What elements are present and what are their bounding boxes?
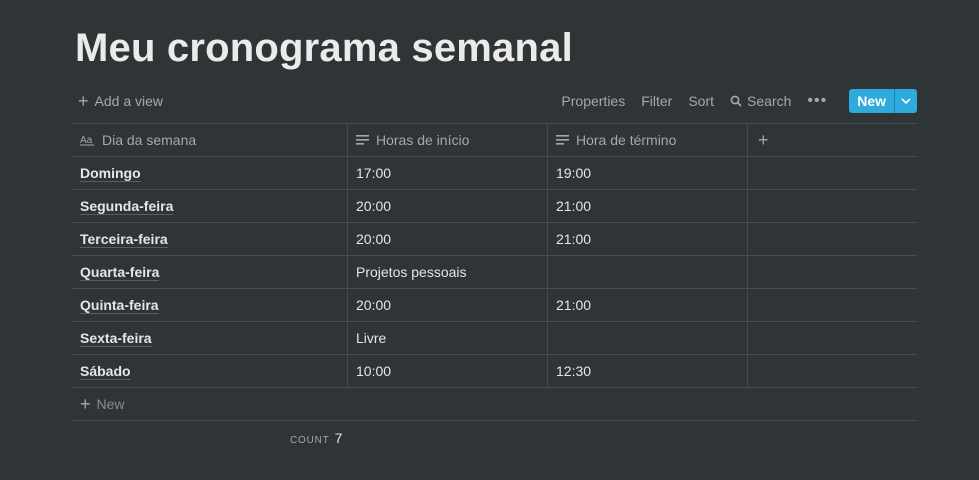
plus-icon: + — [758, 129, 769, 150]
day-cell[interactable]: Sexta-feira — [72, 322, 348, 354]
start-cell[interactable]: Livre — [348, 322, 548, 354]
empty-cell — [748, 157, 917, 189]
end-cell[interactable]: 21:00 — [548, 289, 748, 321]
count-label: COUNT — [290, 435, 330, 446]
text-lines-icon — [556, 134, 570, 146]
day-name: Segunda-feira — [80, 197, 174, 215]
page: Meu cronograma semanal + Add a view Prop… — [0, 0, 979, 480]
end-cell[interactable] — [548, 256, 748, 288]
empty-cell — [748, 256, 917, 288]
table-row[interactable]: Sábado 10:00 12:30 — [72, 355, 917, 388]
start-cell[interactable]: 20:00 — [348, 223, 548, 255]
day-name: Sexta-feira — [80, 329, 152, 347]
toolbar-actions: Properties Filter Sort Search ••• New — [553, 89, 917, 113]
chevron-down-icon — [901, 98, 911, 104]
count-value: 7 — [334, 430, 343, 446]
add-row-label: New — [96, 396, 125, 412]
svg-text:Aa: Aa — [80, 135, 93, 146]
day-cell[interactable]: Domingo — [72, 157, 348, 189]
day-name: Quinta-feira — [80, 296, 159, 314]
end-cell[interactable]: 21:00 — [548, 223, 748, 255]
database-toolbar: + Add a view Properties Filter Sort Sear… — [72, 88, 917, 114]
day-cell[interactable]: Quinta-feira — [72, 289, 348, 321]
day-name: Quarta-feira — [80, 263, 160, 281]
end-cell[interactable]: 21:00 — [548, 190, 748, 222]
new-button-group: New — [849, 89, 917, 113]
add-view-button[interactable]: + Add a view — [72, 91, 169, 111]
table-row[interactable]: Sexta-feira Livre — [72, 322, 917, 355]
end-cell[interactable] — [548, 322, 748, 354]
empty-cell — [748, 223, 917, 255]
table-row[interactable]: Terceira-feira 20:00 21:00 — [72, 223, 917, 256]
start-cell[interactable]: 17:00 — [348, 157, 548, 189]
day-name: Domingo — [80, 164, 141, 182]
title-aa-icon: Aa — [80, 134, 96, 146]
new-dropdown-button[interactable] — [894, 89, 917, 113]
search-button[interactable]: Search — [722, 90, 799, 112]
plus-icon: + — [80, 394, 91, 414]
day-cell[interactable]: Sábado — [72, 355, 348, 387]
start-cell[interactable]: Projetos pessoais — [348, 256, 548, 288]
day-cell[interactable]: Terceira-feira — [72, 223, 348, 255]
table-row[interactable]: Domingo 17:00 19:00 — [72, 157, 917, 190]
table-header-row: Aa Dia da semana Horas de início Hora de… — [72, 124, 917, 157]
day-cell[interactable]: Segunda-feira — [72, 190, 348, 222]
page-title[interactable]: Meu cronograma semanal — [75, 22, 573, 74]
table-row[interactable]: Quinta-feira 20:00 21:00 — [72, 289, 917, 322]
column-label: Dia da semana — [102, 132, 197, 148]
add-view-label: Add a view — [94, 93, 163, 109]
properties-button[interactable]: Properties — [553, 90, 633, 112]
sort-button[interactable]: Sort — [680, 90, 722, 112]
add-row-button[interactable]: + New — [72, 388, 917, 421]
empty-cell — [748, 289, 917, 321]
search-label: Search — [747, 93, 792, 109]
day-cell[interactable]: Quarta-feira — [72, 256, 348, 288]
column-header-horas-de-inicio[interactable]: Horas de início — [348, 124, 548, 156]
empty-cell — [748, 190, 917, 222]
table-row[interactable]: Quarta-feira Projetos pessoais — [72, 256, 917, 289]
empty-cell — [748, 322, 917, 354]
table-row[interactable]: Segunda-feira 20:00 21:00 — [72, 190, 917, 223]
start-cell[interactable]: 20:00 — [348, 289, 548, 321]
more-options-icon[interactable]: ••• — [799, 93, 835, 109]
end-cell[interactable]: 12:30 — [548, 355, 748, 387]
column-header-hora-de-termino[interactable]: Hora de término — [548, 124, 748, 156]
column-label: Hora de término — [576, 132, 677, 148]
filter-button[interactable]: Filter — [633, 90, 680, 112]
start-cell[interactable]: 10:00 — [348, 355, 548, 387]
text-lines-icon — [356, 134, 370, 146]
end-cell[interactable]: 19:00 — [548, 157, 748, 189]
count-summary[interactable]: COUNT 7 — [290, 430, 342, 446]
new-button[interactable]: New — [849, 89, 894, 113]
database-table: Aa Dia da semana Horas de início Hora de… — [72, 123, 917, 421]
plus-icon: + — [78, 91, 89, 111]
search-icon — [730, 95, 742, 107]
column-label: Horas de início — [376, 132, 470, 148]
add-column-button[interactable]: + — [748, 124, 917, 156]
empty-cell — [748, 355, 917, 387]
day-name: Terceira-feira — [80, 230, 168, 248]
day-name: Sábado — [80, 362, 131, 380]
column-header-dia-da-semana[interactable]: Aa Dia da semana — [72, 124, 348, 156]
start-cell[interactable]: 20:00 — [348, 190, 548, 222]
